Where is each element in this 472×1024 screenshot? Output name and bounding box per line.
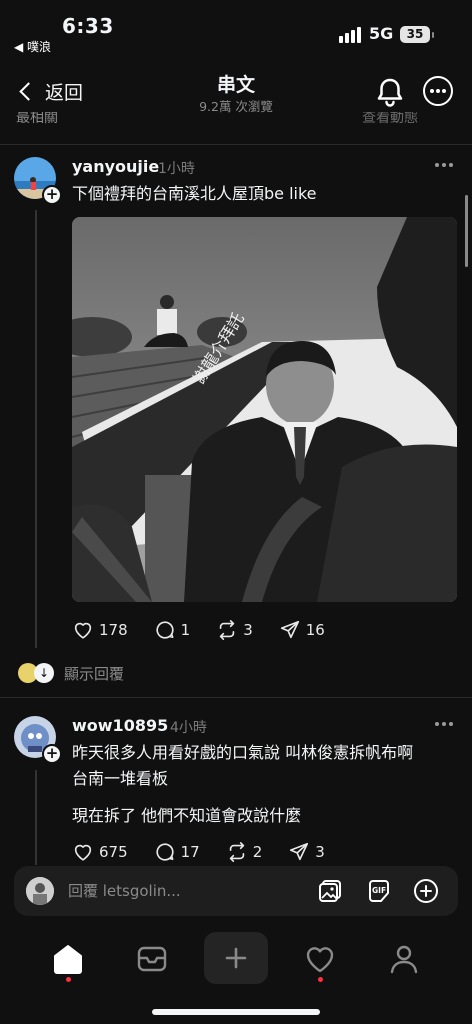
divider — [0, 697, 472, 698]
post-text: 下個禮拜的台南溪北人屋頂be like — [72, 184, 317, 203]
like-count: 178 — [99, 621, 128, 639]
repost-count: 3 — [243, 621, 253, 639]
home-icon[interactable] — [48, 942, 88, 976]
comment-button[interactable]: 17 — [154, 841, 200, 863]
heart-icon[interactable] — [300, 942, 340, 976]
show-replies-label: 顯示回覆 — [64, 664, 125, 683]
arrow-down-icon: ↓ — [34, 663, 54, 683]
username[interactable]: yanyoujie — [72, 157, 159, 176]
send-icon — [290, 842, 309, 861]
status-time: 6:33 — [62, 14, 114, 38]
svg-text:GIF: GIF — [372, 886, 386, 895]
like-button[interactable]: 178 — [72, 619, 128, 641]
like-button[interactable]: 675 — [72, 841, 128, 863]
reply-composer[interactable]: 回覆 letsgolin... GIF — [14, 866, 458, 916]
post-image[interactable]: 謝龍介拜託 — [72, 217, 457, 602]
share-button[interactable]: 16 — [279, 619, 325, 641]
thread-line — [35, 210, 37, 648]
follow-plus-icon[interactable]: + — [42, 744, 62, 764]
home-notification-dot — [66, 977, 71, 982]
post-more-icon[interactable] — [435, 721, 455, 727]
share-count: 3 — [315, 843, 325, 861]
activity-notification-dot — [318, 977, 323, 982]
post-text-line: 現在拆了 他們不知道會改說什麼 — [72, 806, 302, 825]
cellular-signal-icon — [339, 27, 361, 43]
repost-button[interactable]: 3 — [216, 619, 253, 641]
comment-icon — [156, 621, 174, 639]
status-back-link[interactable]: ◀ 噗浪 — [14, 38, 51, 55]
more-options-icon[interactable] — [423, 76, 453, 106]
divider — [0, 144, 472, 145]
follow-plus-icon[interactable]: + — [42, 185, 62, 205]
sort-label: 最相關 — [16, 112, 58, 124]
compose-button[interactable] — [204, 932, 268, 984]
view-activity-label[interactable]: 查看動態 — [362, 112, 418, 124]
post-time: 4小時 — [170, 720, 207, 736]
post-text-line: 台南一堆看板 — [72, 769, 169, 788]
comment-icon — [156, 843, 174, 861]
post-time: 1小時 — [158, 161, 195, 177]
username[interactable]: wow10895 — [72, 716, 168, 735]
post-actions: 675 17 2 3 — [72, 840, 351, 864]
compose-icon — [225, 947, 247, 969]
post-more-icon[interactable] — [435, 162, 455, 168]
share-count: 16 — [305, 621, 325, 639]
bell-icon[interactable] — [374, 76, 406, 108]
my-avatar — [26, 877, 54, 905]
comment-count: 17 — [180, 843, 200, 861]
repost-count: 2 — [252, 843, 263, 861]
send-icon — [280, 620, 299, 639]
post-actions: 178 1 3 16 — [72, 618, 351, 642]
status-bar: 6:33 ◀ 噗浪 5G 35 — [0, 0, 472, 60]
heart-icon — [74, 844, 92, 861]
repost-icon — [229, 842, 244, 862]
show-replies-button[interactable]: ↓ 顯示回覆 — [18, 662, 124, 684]
add-icon[interactable] — [413, 878, 439, 904]
heart-icon — [74, 622, 92, 639]
image-icon[interactable] — [317, 878, 343, 904]
home-indicator[interactable] — [152, 1009, 320, 1015]
like-count: 675 — [99, 843, 128, 861]
thread-line — [35, 770, 37, 865]
share-button[interactable]: 3 — [288, 841, 325, 863]
repost-button[interactable]: 2 — [226, 841, 263, 863]
scrollbar[interactable] — [465, 195, 468, 267]
comment-count: 1 — [180, 621, 191, 639]
inbox-icon[interactable] — [132, 942, 172, 976]
repost-icon — [219, 620, 235, 640]
comment-button[interactable]: 1 — [154, 619, 191, 641]
post-text-line: 昨天很多人用看好戲的口氣說 叫林俊憲拆帆布啊 — [72, 743, 414, 762]
network-type: 5G — [369, 24, 394, 43]
battery-icon: 35 — [400, 26, 434, 43]
reply-input[interactable]: 回覆 letsgolin... — [68, 880, 181, 901]
gif-icon[interactable]: GIF — [366, 878, 392, 904]
sort-strip: 最相關 查看動態 — [0, 112, 472, 124]
profile-icon[interactable] — [384, 942, 424, 976]
